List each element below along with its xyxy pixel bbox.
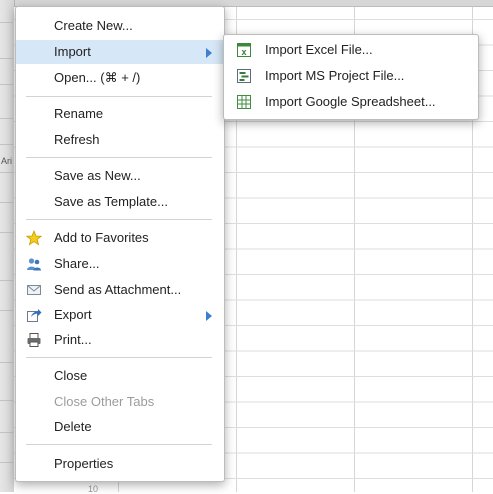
toolbar-button[interactable] bbox=[0, 440, 13, 463]
menu-item-label: Rename bbox=[54, 106, 104, 121]
menu-separator bbox=[26, 219, 212, 220]
menu-item-share[interactable]: Share... bbox=[16, 252, 224, 276]
menu-item-properties[interactable]: Properties bbox=[16, 452, 224, 476]
menu-separator bbox=[26, 444, 212, 445]
menu-item-rename[interactable]: Rename bbox=[16, 102, 224, 126]
svg-text:x: x bbox=[241, 47, 246, 57]
toolbar-button[interactable] bbox=[0, 62, 13, 85]
menu-item-label: Print... bbox=[54, 332, 92, 347]
menu-item-label: Add to Favorites bbox=[54, 230, 149, 245]
menu-item-label: Share... bbox=[54, 256, 100, 271]
file-context-menu: Create New... Import Open... (⌘ + /) Ren… bbox=[15, 6, 225, 482]
menu-item-add-to-favorites[interactable]: Add to Favorites bbox=[16, 226, 224, 250]
menu-item-save-as-template[interactable]: Save as Template... bbox=[16, 190, 224, 214]
toolbar-button[interactable] bbox=[0, 0, 13, 23]
font-name-field[interactable]: Ari bbox=[0, 150, 13, 173]
menu-separator bbox=[26, 96, 212, 97]
menu-item-label: Delete bbox=[54, 419, 92, 434]
menu-item-label: Import bbox=[54, 44, 91, 59]
menu-item-import[interactable]: Import bbox=[16, 40, 224, 64]
submenu-arrow-icon bbox=[206, 48, 212, 58]
menu-item-label: Properties bbox=[54, 456, 114, 471]
menu-item-label: Send as Attachment... bbox=[54, 282, 182, 297]
toolbar-button[interactable] bbox=[0, 378, 13, 401]
google-spreadsheet-icon bbox=[237, 95, 251, 109]
row-number: 10 bbox=[88, 484, 99, 494]
menu-item-create-new[interactable]: Create New... bbox=[16, 14, 224, 38]
menu-item-label: Export bbox=[54, 307, 92, 322]
menu-separator bbox=[26, 157, 212, 158]
toolbar-button[interactable] bbox=[0, 180, 13, 203]
toolbar-button[interactable] bbox=[0, 288, 13, 311]
toolbar-button[interactable] bbox=[0, 210, 13, 233]
toolbar-button[interactable] bbox=[0, 122, 13, 145]
menu-item-import-ms-project[interactable]: Import MS Project File... bbox=[224, 64, 478, 88]
star-icon bbox=[26, 230, 42, 246]
toolbar-button[interactable] bbox=[0, 340, 13, 363]
menu-item-print[interactable]: Print... bbox=[16, 328, 224, 352]
menu-item-label: Create New... bbox=[54, 18, 133, 33]
menu-item-save-as-new[interactable]: Save as New... bbox=[16, 164, 224, 188]
submenu-arrow-icon bbox=[206, 311, 212, 321]
menu-item-delete[interactable]: Delete bbox=[16, 415, 224, 439]
toolbar-button[interactable] bbox=[0, 410, 13, 433]
menu-item-close-other-tabs: Close Other Tabs bbox=[16, 390, 224, 414]
menu-item-label: Close bbox=[54, 368, 88, 383]
menu-separator bbox=[26, 357, 212, 358]
menu-item-send-as-attachment[interactable]: Send as Attachment... bbox=[16, 278, 224, 302]
export-icon bbox=[27, 309, 42, 322]
menu-item-close[interactable]: Close bbox=[16, 364, 224, 388]
toolbar-button[interactable] bbox=[0, 36, 13, 59]
menu-item-label: Save as New... bbox=[54, 168, 141, 183]
menu-item-label: Import Excel File... bbox=[265, 42, 373, 57]
menu-item-label: Import Google Spreadsheet... bbox=[265, 94, 436, 109]
toolbar-button[interactable] bbox=[0, 258, 13, 281]
menu-item-label: Save as Template... bbox=[54, 194, 168, 209]
menu-item-export[interactable]: Export bbox=[16, 303, 224, 327]
users-icon bbox=[27, 258, 41, 271]
ms-project-file-icon bbox=[237, 69, 251, 83]
envelope-icon bbox=[27, 285, 41, 295]
menu-item-label: Refresh bbox=[54, 132, 100, 147]
excel-file-icon: x bbox=[237, 43, 251, 57]
printer-icon bbox=[27, 333, 41, 347]
menu-item-label: Close Other Tabs bbox=[54, 394, 155, 409]
menu-item-import-google-spreadsheet[interactable]: Import Google Spreadsheet... bbox=[224, 90, 478, 114]
menu-item-label: Import MS Project File... bbox=[265, 68, 405, 83]
menu-item-open[interactable]: Open... (⌘ + /) bbox=[16, 66, 224, 90]
menu-item-refresh[interactable]: Refresh bbox=[16, 128, 224, 152]
menu-item-import-excel[interactable]: x Import Excel File... bbox=[224, 38, 478, 62]
import-submenu: x Import Excel File... Import MS Project… bbox=[223, 34, 479, 120]
left-toolbar: Ari bbox=[0, 0, 15, 492]
toolbar-button[interactable] bbox=[0, 96, 13, 119]
menu-item-label: Open... (⌘ + /) bbox=[54, 70, 141, 85]
